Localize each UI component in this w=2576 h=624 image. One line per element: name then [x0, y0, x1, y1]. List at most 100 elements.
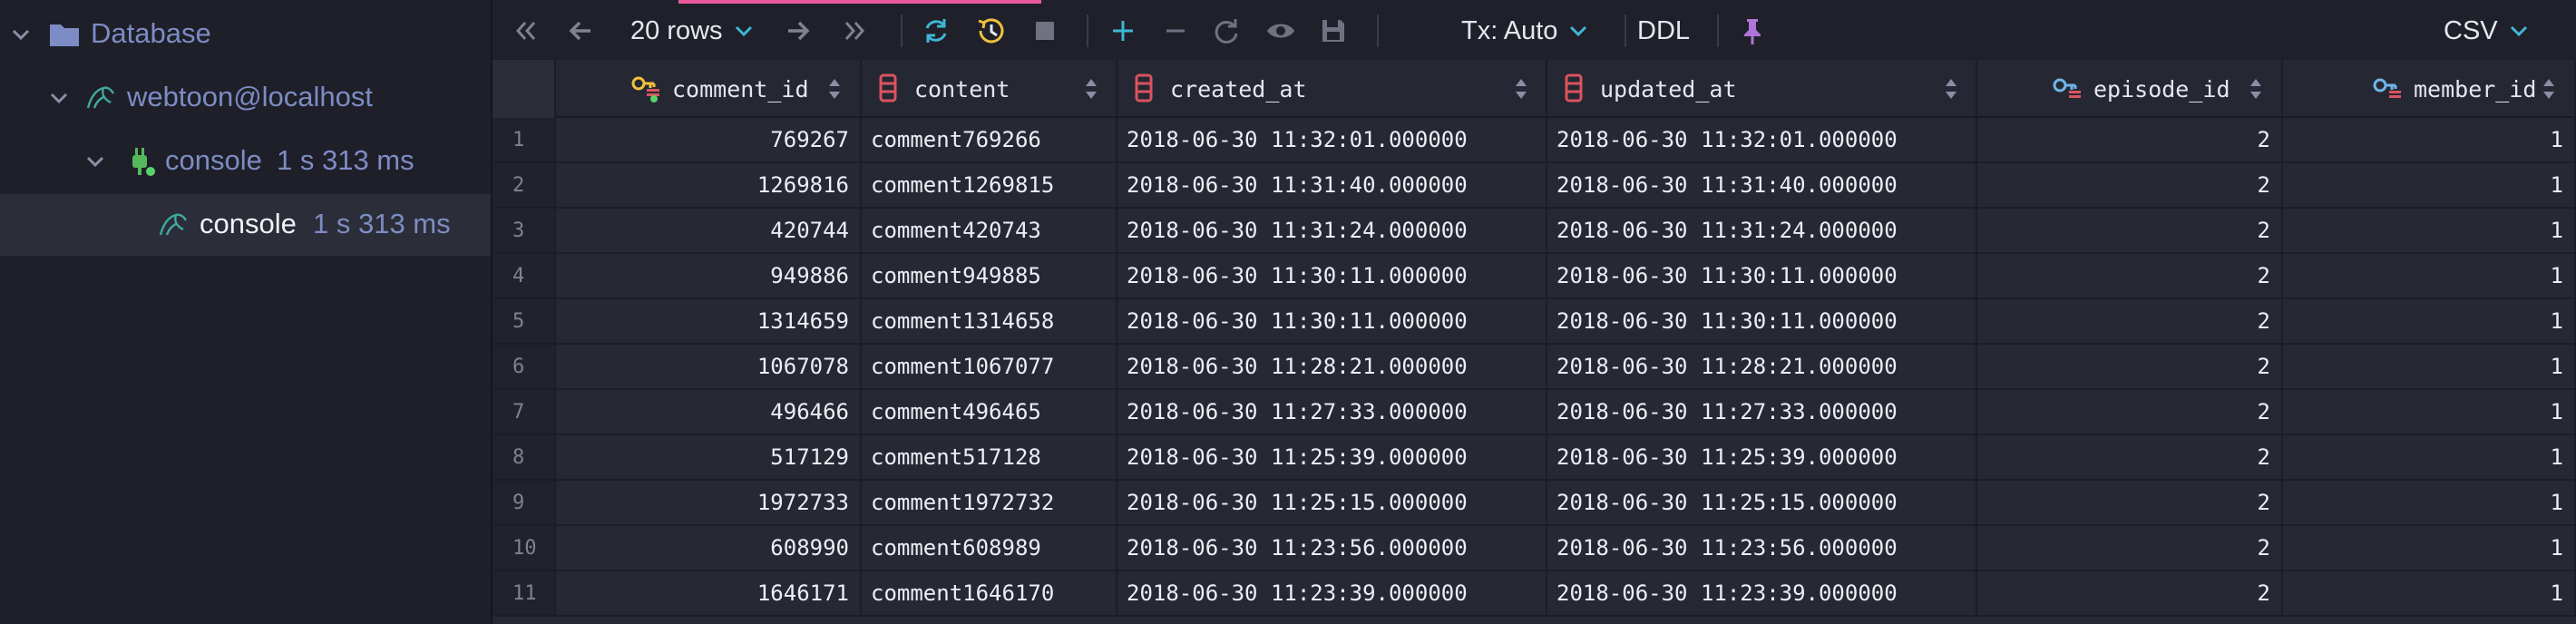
- table-row[interactable]: 1 769267 comment769266 2018-06-30 11:32:01.…: [493, 118, 2576, 163]
- cell-episode-id[interactable]: 2: [1977, 435, 2283, 479]
- cell-updated-at[interactable]: 2018-06-30 11:23:39.000000: [1547, 571, 1977, 615]
- table-row[interactable]: 5 1314659 comment1314658 2018-06-30 11:30:1…: [493, 299, 2576, 345]
- first-page-button[interactable]: [509, 11, 543, 51]
- cell-member-id[interactable]: 1: [2283, 571, 2576, 615]
- cell-content[interactable]: comment608989: [862, 526, 1117, 570]
- tree-item-console[interactable]: console 1 s 313 ms: [0, 194, 491, 256]
- sort-icon[interactable]: [2541, 76, 2557, 102]
- cell-episode-id[interactable]: 2: [1977, 254, 2283, 297]
- table-row[interactable]: 10 608990 comment608989 2018-06-30 11:23:56…: [493, 526, 2576, 571]
- cell-created-at[interactable]: 2018-06-30 11:23:56.000000: [1117, 526, 1547, 570]
- table-row[interactable]: 2 1269816 comment1269815 2018-06-30 11:31:4…: [493, 163, 2576, 209]
- row-number[interactable]: 9: [493, 481, 556, 524]
- cell-member-id[interactable]: 1: [2283, 390, 2576, 434]
- cell-updated-at[interactable]: 2018-06-30 11:25:15.000000: [1547, 481, 1977, 524]
- cell-member-id[interactable]: 1: [2283, 481, 2576, 524]
- ddl-button[interactable]: DDL: [1637, 13, 1690, 49]
- tree-item-database[interactable]: Database: [0, 4, 491, 65]
- cell-content[interactable]: comment949885: [862, 254, 1117, 297]
- row-number[interactable]: 10: [493, 526, 556, 570]
- cell-updated-at[interactable]: 2018-06-30 11:31:40.000000: [1547, 163, 1977, 207]
- cell-episode-id[interactable]: 2: [1977, 571, 2283, 615]
- table-row[interactable]: 7 496466 comment496465 2018-06-30 11:27:33.…: [493, 390, 2576, 435]
- cell-created-at[interactable]: 2018-06-30 11:30:11.000000: [1117, 299, 1547, 343]
- cell-content[interactable]: comment1314658: [862, 299, 1117, 343]
- pin-tab-button[interactable]: [1735, 11, 1770, 51]
- cell-comment-id[interactable]: 1067078: [556, 345, 862, 388]
- cell-content[interactable]: comment1972732: [862, 481, 1117, 524]
- cell-member-id[interactable]: 1: [2283, 435, 2576, 479]
- cell-created-at[interactable]: 2018-06-30 11:31:40.000000: [1117, 163, 1547, 207]
- row-number[interactable]: 5: [493, 299, 556, 343]
- last-page-button[interactable]: [837, 11, 872, 51]
- column-header-content[interactable]: content: [862, 60, 1117, 118]
- row-number[interactable]: 7: [493, 390, 556, 434]
- table-row[interactable]: 11 1646171 comment1646170 2018-06-30 11:23:…: [493, 571, 2576, 617]
- cell-updated-at[interactable]: 2018-06-30 11:31:24.000000: [1547, 209, 1977, 252]
- chevron-down-icon[interactable]: [83, 150, 107, 173]
- cell-member-id[interactable]: 1: [2283, 254, 2576, 297]
- cell-content[interactable]: comment420743: [862, 209, 1117, 252]
- table-row[interactable]: 9 1972733 comment1972732 2018-06-30 11:25:1…: [493, 481, 2576, 526]
- cell-created-at[interactable]: 2018-06-30 11:31:24.000000: [1117, 209, 1547, 252]
- column-header-comment-id[interactable]: comment_id: [556, 60, 862, 118]
- cell-created-at[interactable]: 2018-06-30 11:27:33.000000: [1117, 390, 1547, 434]
- cell-content[interactable]: comment517128: [862, 435, 1117, 479]
- sort-icon[interactable]: [2248, 76, 2264, 102]
- column-header-episode-id[interactable]: episode_id: [1977, 60, 2283, 118]
- cell-comment-id[interactable]: 1314659: [556, 299, 862, 343]
- cell-member-id[interactable]: 1: [2283, 209, 2576, 252]
- cell-created-at[interactable]: 2018-06-30 11:30:11.000000: [1117, 254, 1547, 297]
- column-header-updated-at[interactable]: updated_at: [1547, 60, 1977, 118]
- row-number[interactable]: 1: [493, 118, 556, 161]
- cell-content[interactable]: comment496465: [862, 390, 1117, 434]
- next-page-button[interactable]: [781, 11, 815, 51]
- export-format-dropdown[interactable]: CSV: [2444, 13, 2531, 49]
- cell-member-id[interactable]: 1: [2283, 299, 2576, 343]
- chevron-down-icon[interactable]: [9, 23, 33, 46]
- column-header-member-id[interactable]: member_id: [2283, 60, 2576, 118]
- delete-row-button[interactable]: [1158, 11, 1193, 51]
- tree-item-console-session[interactable]: console 1 s 313 ms: [0, 131, 491, 192]
- transaction-mode-dropdown[interactable]: Tx: Auto: [1461, 13, 1590, 49]
- cell-content[interactable]: comment1067077: [862, 345, 1117, 388]
- cell-updated-at[interactable]: 2018-06-30 11:30:11.000000: [1547, 299, 1977, 343]
- cell-updated-at[interactable]: 2018-06-30 11:23:56.000000: [1547, 526, 1977, 570]
- cell-comment-id[interactable]: 420744: [556, 209, 862, 252]
- stop-button[interactable]: [1028, 11, 1062, 51]
- cell-comment-id[interactable]: 496466: [556, 390, 862, 434]
- cell-created-at[interactable]: 2018-06-30 11:23:39.000000: [1117, 571, 1547, 615]
- cell-member-id[interactable]: 1: [2283, 345, 2576, 388]
- sort-icon[interactable]: [1513, 76, 1529, 102]
- row-number[interactable]: 6: [493, 345, 556, 388]
- cell-comment-id[interactable]: 517129: [556, 435, 862, 479]
- tree-item-webtoon-localhost[interactable]: webtoon@localhost: [0, 67, 491, 129]
- cell-episode-id[interactable]: 2: [1977, 526, 2283, 570]
- page-size-dropdown[interactable]: 20 rows: [630, 13, 756, 49]
- cell-updated-at[interactable]: 2018-06-30 11:25:39.000000: [1547, 435, 1977, 479]
- cell-member-id[interactable]: 1: [2283, 163, 2576, 207]
- cell-created-at[interactable]: 2018-06-30 11:25:15.000000: [1117, 481, 1547, 524]
- cell-comment-id[interactable]: 769267: [556, 118, 862, 161]
- sort-icon[interactable]: [1083, 76, 1099, 102]
- table-row[interactable]: 8 517129 comment517128 2018-06-30 11:25:39.…: [493, 435, 2576, 481]
- cell-episode-id[interactable]: 2: [1977, 390, 2283, 434]
- cell-episode-id[interactable]: 2: [1977, 481, 2283, 524]
- sort-icon[interactable]: [826, 76, 843, 102]
- row-number[interactable]: 4: [493, 254, 556, 297]
- cell-updated-at[interactable]: 2018-06-30 11:30:11.000000: [1547, 254, 1977, 297]
- reload-button[interactable]: [919, 11, 953, 51]
- revert-button[interactable]: [1209, 11, 1244, 51]
- cell-episode-id[interactable]: 2: [1977, 299, 2283, 343]
- cell-comment-id[interactable]: 1269816: [556, 163, 862, 207]
- chevron-down-icon[interactable]: [47, 86, 71, 110]
- cell-episode-id[interactable]: 2: [1977, 118, 2283, 161]
- row-number[interactable]: 8: [493, 435, 556, 479]
- cell-content[interactable]: comment1269815: [862, 163, 1117, 207]
- history-button[interactable]: [973, 11, 1008, 51]
- row-number[interactable]: 11: [493, 571, 556, 615]
- table-row[interactable]: 3 420744 comment420743 2018-06-30 11:31:24.…: [493, 209, 2576, 254]
- cell-episode-id[interactable]: 2: [1977, 163, 2283, 207]
- table-row[interactable]: 4 949886 comment949885 2018-06-30 11:30:11.…: [493, 254, 2576, 299]
- cell-episode-id[interactable]: 2: [1977, 345, 2283, 388]
